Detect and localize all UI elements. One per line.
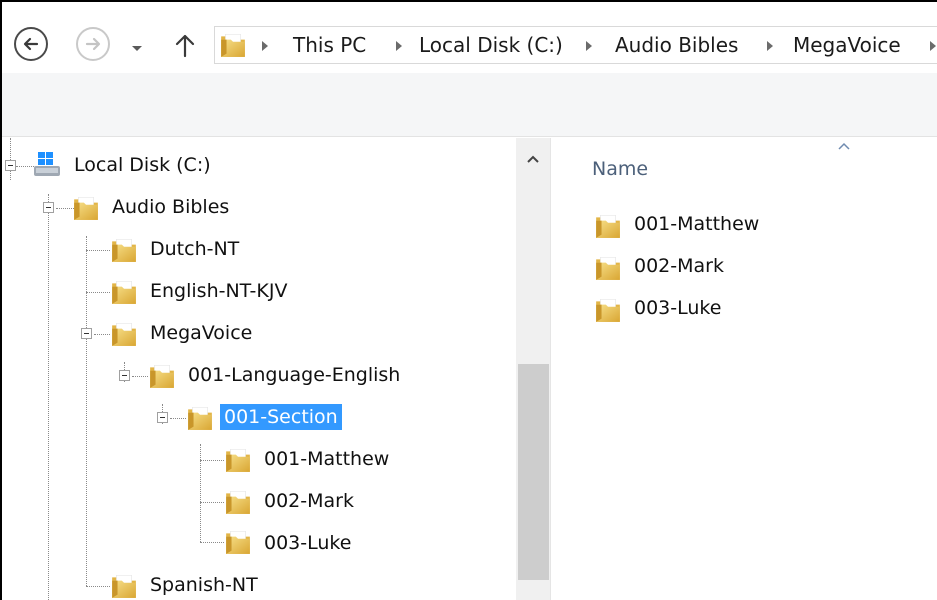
folder-icon [72,194,100,222]
breadcrumb-audio-bibles[interactable]: Audio Bibles [615,33,738,57]
tree-item-spanish-nt[interactable]: Spanish-NT [146,572,262,598]
toolbar-area [2,73,937,137]
collapse-icon[interactable] [5,160,16,171]
breadcrumb-separator-icon[interactable] [585,40,593,52]
tree-item-002-mark[interactable]: 002-Mark [260,488,358,514]
tree-item-megavoice[interactable]: MegaVoice [146,320,256,346]
folder-icon [594,254,622,282]
recent-locations-chevron-icon [132,46,142,51]
scrollbar-thumb[interactable] [518,364,549,580]
forward-arrow-icon [85,37,101,51]
folder-icon [219,31,247,59]
tree-item-001-language-english[interactable]: 001-Language-English [184,362,404,388]
folder-icon [110,236,138,264]
tree-item-001-section[interactable]: 001-Section [220,404,342,430]
folder-icon [224,528,252,556]
breadcrumb-local-disk[interactable]: Local Disk (C:) [419,33,563,57]
back-button[interactable] [14,27,48,61]
folder-icon [594,212,622,240]
breadcrumb-separator-icon[interactable] [395,40,403,52]
collapse-icon[interactable] [43,202,54,213]
collapse-icon[interactable] [81,328,92,339]
up-arrow-icon [175,34,195,58]
collapse-icon[interactable] [119,370,130,381]
breadcrumb-this-pc[interactable]: This PC [293,33,366,57]
column-header-name[interactable]: Name [592,158,648,180]
up-button[interactable] [174,32,196,62]
tree-item-dutch-nt[interactable]: Dutch-NT [146,236,243,262]
explorer-window: This PC Local Disk (C:) Audio Bibles Meg… [0,0,937,600]
folder-icon [110,278,138,306]
tree-item-audio-bibles[interactable]: Audio Bibles [108,194,233,220]
collapse-icon[interactable] [157,412,168,423]
tree-item-local-disk[interactable]: Local Disk (C:) [70,152,215,178]
sort-ascending-icon [838,142,850,150]
file-name: 002-Mark [634,255,724,277]
pane-divider[interactable] [550,138,551,600]
folder-icon [110,320,138,348]
tree-item-001-matthew[interactable]: 001-Matthew [260,446,393,472]
file-name: 001-Matthew [634,213,760,235]
folder-icon [594,296,622,324]
scroll-up-icon[interactable] [526,154,540,164]
tree-item-english-nt-kjv[interactable]: English-NT-KJV [146,278,291,304]
back-arrow-icon [23,37,39,51]
folder-icon [224,446,252,474]
breadcrumb-separator-icon[interactable] [929,40,937,52]
breadcrumb-separator-icon[interactable] [766,40,774,52]
folder-icon [224,488,252,516]
address-bar[interactable]: This PC Local Disk (C:) Audio Bibles Meg… [214,26,937,64]
drive-icon [34,152,60,176]
forward-button[interactable] [76,27,110,61]
file-name: 003-Luke [634,297,722,319]
breadcrumb-separator-icon [262,41,268,51]
folder-icon [110,572,138,600]
recent-locations-button[interactable] [130,38,144,57]
tree-item-003-luke[interactable]: 003-Luke [260,530,355,556]
folder-icon [186,404,214,432]
navigation-pane: Local Disk (C:) Audio Bibles Dutch-NT En… [2,138,550,600]
breadcrumb-megavoice[interactable]: MegaVoice [793,33,901,57]
folder-icon [148,362,176,390]
